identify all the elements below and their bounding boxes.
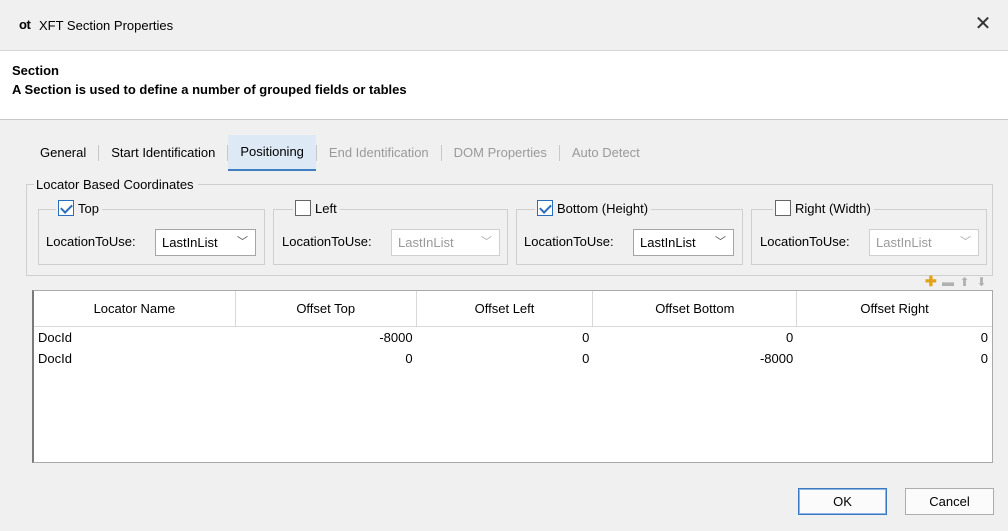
right-location-label: LocationToUse: bbox=[760, 234, 850, 249]
top-location-value: LastInList bbox=[162, 235, 218, 250]
column-header-locator-name[interactable]: Locator Name bbox=[34, 291, 236, 326]
bottom-location-value: LastInList bbox=[640, 235, 696, 250]
bottom-checkbox-label: Bottom (Height) bbox=[557, 200, 649, 216]
tab-end-identification[interactable]: End Identification bbox=[317, 135, 441, 171]
left-checkbox-label: Left bbox=[315, 200, 337, 216]
chevron-down-icon: ﹀ bbox=[715, 236, 726, 248]
cell-offset-bottom: -8000 bbox=[759, 351, 794, 366]
cell-offset-left: 0 bbox=[582, 330, 590, 345]
top-checkbox[interactable] bbox=[58, 200, 74, 216]
dialog-header: Section A Section is used to define a nu… bbox=[0, 50, 1008, 120]
column-header-offset-left[interactable]: Offset Left bbox=[417, 291, 594, 326]
chevron-down-icon: ﹀ bbox=[960, 236, 971, 248]
bottom-location-label: LocationToUse: bbox=[524, 234, 614, 249]
cell-locator-name: DocId bbox=[38, 330, 72, 345]
cell-offset-right: 0 bbox=[980, 330, 988, 345]
table-header: Locator Name Offset Top Offset Left Offs… bbox=[34, 291, 992, 327]
tab-dom-properties[interactable]: DOM Properties bbox=[442, 135, 559, 171]
right-checkbox[interactable] bbox=[775, 200, 791, 216]
cell-offset-top: -8000 bbox=[379, 330, 413, 345]
column-header-offset-right[interactable]: Offset Right bbox=[797, 291, 992, 326]
move-down-icon[interactable]: ⬇ bbox=[976, 275, 987, 289]
top-legend: Top bbox=[56, 200, 102, 216]
section-description: A Section is used to define a number of … bbox=[12, 82, 407, 97]
section-title: Section bbox=[12, 63, 59, 78]
locator-table: Locator Name Offset Top Offset Left Offs… bbox=[32, 290, 993, 463]
cell-locator-name: DocId bbox=[38, 351, 72, 366]
left-location-value: LastInList bbox=[398, 235, 454, 250]
top-location-select[interactable]: LastInList ﹀ bbox=[155, 229, 256, 256]
cell-offset-right: 0 bbox=[980, 351, 988, 366]
tab-bar: General Start Identification Positioning… bbox=[28, 135, 652, 171]
locator-group-label: Locator Based Coordinates bbox=[34, 177, 198, 192]
cell-offset-top: 0 bbox=[405, 351, 413, 366]
cell-offset-bottom: 0 bbox=[785, 330, 794, 345]
right-legend: Right (Width) bbox=[773, 200, 874, 216]
top-location-label: LocationToUse: bbox=[46, 234, 136, 249]
table-toolbar: ✚ ▬ ⬆ ⬇ bbox=[925, 274, 987, 289]
remove-icon[interactable]: ▬ bbox=[942, 275, 954, 289]
left-location-select[interactable]: LastInList ﹀ bbox=[391, 229, 500, 256]
top-checkbox-label: Top bbox=[78, 200, 99, 216]
tab-general[interactable]: General bbox=[28, 135, 98, 171]
tab-auto-detect[interactable]: Auto Detect bbox=[560, 135, 652, 171]
table-row[interactable]: DocId 0 0 -8000 0 bbox=[34, 348, 992, 369]
chevron-down-icon: ﹀ bbox=[481, 236, 492, 248]
ok-button[interactable]: OK bbox=[798, 488, 887, 515]
right-checkbox-label: Right (Width) bbox=[795, 200, 871, 216]
table-row[interactable]: DocId -8000 0 0 0 bbox=[34, 327, 992, 348]
title-bar: ot XFT Section Properties ✕ bbox=[0, 0, 1008, 50]
window-title: XFT Section Properties bbox=[39, 18, 174, 33]
chevron-down-icon: ﹀ bbox=[237, 236, 248, 248]
column-header-offset-bottom[interactable]: Offset Bottom bbox=[593, 291, 798, 326]
add-icon[interactable]: ✚ bbox=[925, 274, 937, 289]
left-legend: Left bbox=[293, 200, 340, 216]
tab-start-identification[interactable]: Start Identification bbox=[99, 135, 227, 171]
right-location-select[interactable]: LastInList ﹀ bbox=[869, 229, 979, 256]
move-up-icon[interactable]: ⬆ bbox=[959, 275, 970, 289]
bottom-legend: Bottom (Height) bbox=[535, 200, 652, 216]
column-header-offset-top[interactable]: Offset Top bbox=[236, 291, 417, 326]
right-location-value: LastInList bbox=[876, 235, 932, 250]
cell-offset-left: 0 bbox=[582, 351, 590, 366]
left-checkbox[interactable] bbox=[295, 200, 311, 216]
tab-positioning[interactable]: Positioning bbox=[228, 135, 316, 171]
cancel-button[interactable]: Cancel bbox=[905, 488, 994, 515]
app-logo-icon: ot bbox=[19, 17, 31, 32]
close-button[interactable]: ✕ bbox=[970, 11, 996, 37]
bottom-checkbox[interactable] bbox=[537, 200, 553, 216]
bottom-location-select[interactable]: LastInList ﹀ bbox=[633, 229, 734, 256]
left-location-label: LocationToUse: bbox=[282, 234, 372, 249]
